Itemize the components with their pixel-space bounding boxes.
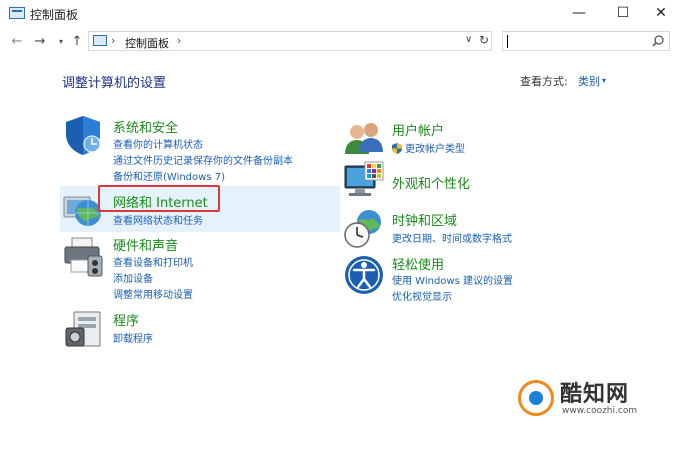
link-devices-printers[interactable]: 查看设备和打印机 <box>113 254 193 269</box>
link-change-account-type-text[interactable]: 更改帐户类型 <box>405 144 465 155</box>
category-title-hardware-sound[interactable]: 硬件和声音 <box>113 235 178 254</box>
link-network-status-tasks[interactable]: 查看网络状态和任务 <box>113 212 203 227</box>
uac-shield-icon <box>392 143 402 154</box>
link-mobility-settings[interactable]: 调整常用移动设置 <box>113 286 193 301</box>
category-title-clock-region[interactable]: 时钟和区域 <box>392 210 457 229</box>
link-windows-recommended-settings[interactable]: 使用 Windows 建议的设置 <box>392 272 513 287</box>
navigation-bar: ← → ▾ ↑ › 控制面板 › ∨ ↻ <box>0 26 682 56</box>
link-uninstall-program[interactable]: 卸载程序 <box>113 330 153 345</box>
breadcrumb-separator[interactable]: › <box>111 34 115 47</box>
minimize-button[interactable]: — <box>560 0 598 26</box>
category-title-user-accounts[interactable]: 用户帐户 <box>392 120 444 139</box>
link-view-computer-status[interactable]: 查看你的计算机状态 <box>113 136 203 151</box>
control-panel-icon <box>93 35 107 46</box>
chevron-down-icon[interactable]: ▾ <box>602 76 606 85</box>
address-dropdown-button[interactable]: ∨ <box>465 34 472 45</box>
text-caret <box>507 35 508 48</box>
search-input[interactable] <box>502 31 670 51</box>
link-backup-restore[interactable]: 备份和还原(Windows 7) <box>113 168 225 183</box>
up-button[interactable]: ↑ <box>68 32 86 50</box>
monitor-palette-icon <box>344 161 384 196</box>
address-bar[interactable]: › 控制面板 › ∨ ↻ <box>88 31 492 51</box>
view-by-label: 查看方式: <box>520 75 568 88</box>
refresh-button[interactable]: ↻ <box>479 33 489 47</box>
category-title-system-security[interactable]: 系统和安全 <box>113 117 178 136</box>
breadcrumb-control-panel[interactable]: 控制面板 <box>125 35 169 51</box>
category-title-programs[interactable]: 程序 <box>113 310 139 329</box>
clock-globe-icon <box>344 210 381 248</box>
users-icon <box>345 123 383 154</box>
category-title-ease-of-access[interactable]: 轻松使用 <box>392 254 444 273</box>
control-panel-icon <box>9 7 25 19</box>
page-title: 调整计算机的设置 <box>62 76 167 91</box>
watermark-name: 酷知网 <box>560 382 630 407</box>
ease-of-access-icon <box>345 256 383 294</box>
search-icon[interactable] <box>651 34 665 48</box>
annotation-highlight-box <box>98 185 220 212</box>
watermark: 酷知网 www.coozhi.com <box>512 372 662 426</box>
breadcrumb-separator[interactable]: › <box>177 34 181 47</box>
coozhi-logo-icon <box>518 380 554 416</box>
printer-icon <box>64 237 103 277</box>
watermark-url: www.coozhi.com <box>562 406 638 416</box>
window-title: 控制面板 <box>30 8 79 22</box>
maximize-button[interactable]: ☐ <box>604 0 642 26</box>
view-by-dropdown[interactable]: 类别 <box>578 73 600 89</box>
title-bar: 控制面板 — ☐ ✕ <box>0 0 682 26</box>
close-button[interactable]: ✕ <box>642 0 680 26</box>
back-button[interactable]: ← <box>8 32 26 50</box>
category-title-appearance[interactable]: 外观和个性化 <box>392 173 470 192</box>
link-change-date-time-format[interactable]: 更改日期、时间或数字格式 <box>392 230 512 245</box>
programs-icon <box>65 311 101 347</box>
link-add-device[interactable]: 添加设备 <box>113 270 153 285</box>
shield-icon <box>66 116 101 155</box>
link-change-account-type[interactable]: 更改帐户类型 <box>392 140 465 155</box>
link-file-history-backup[interactable]: 通过文件历史记录保存你的文件备份副本 <box>113 152 293 167</box>
forward-button[interactable]: → <box>31 32 49 50</box>
link-optimize-visual-display[interactable]: 优化视觉显示 <box>392 288 452 303</box>
